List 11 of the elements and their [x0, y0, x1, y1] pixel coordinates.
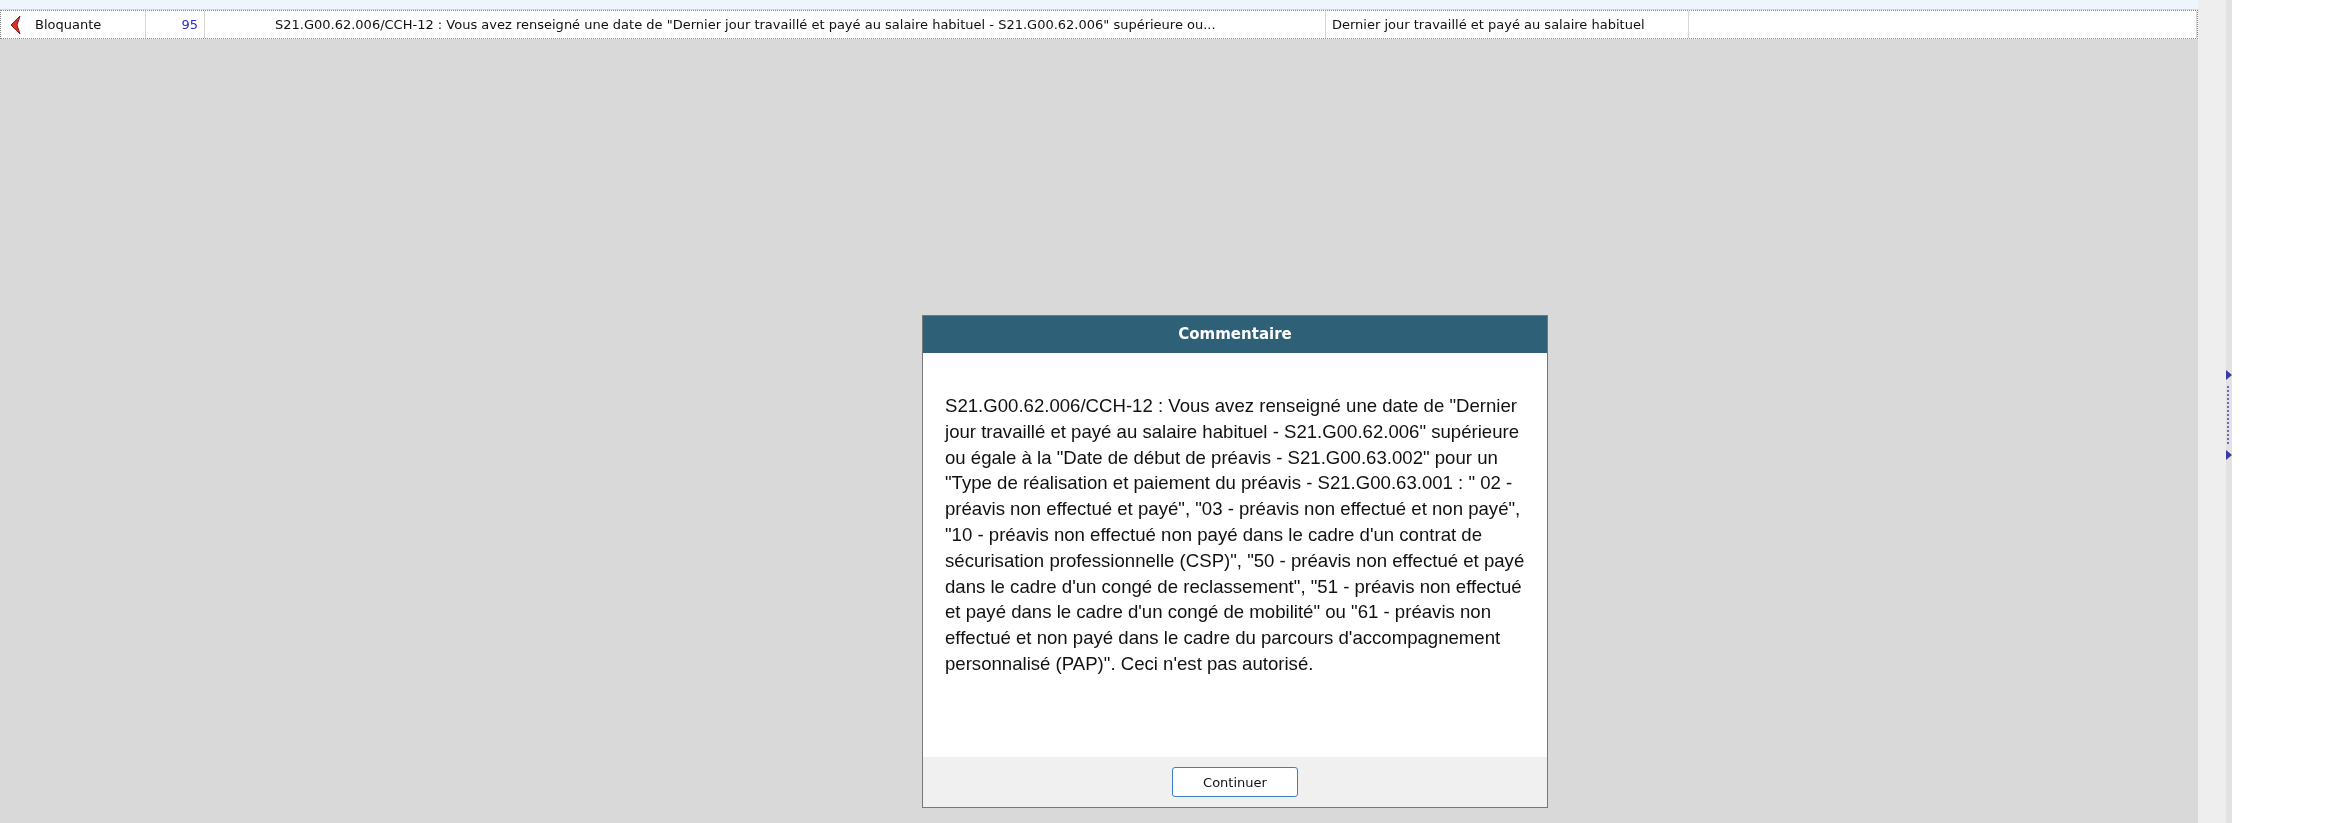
- table-cell: Dernier jour travaillé et payé au salaire habituel: [1326, 11, 1689, 38]
- dialog-title: Commentaire: [923, 316, 1547, 353]
- error-icon: [8, 14, 22, 35]
- continue-button[interactable]: Continuer: [1172, 767, 1298, 797]
- table-cell: 95: [146, 11, 205, 38]
- table-cell: Bloquante: [29, 11, 146, 38]
- dialog-message: S21.G00.62.006/CCH-12 : Vous avez renseigné une date de "Dernier jour travaillé et payé au salaire habituel - S21.G00.62.006" supérieure ou égale à la "Date de début de préavis - S21.G00.63.002" pour un "Type de réalisation et paiement du préavis - S21.G00.63.001 : " 02 - préavis non effectué et payé", "03 - préavis non effectué et non payé", "10 - préavis non effectué non payé dans le cadre d'un contrat de sécurisation professionnelle (CSP)", "50 - préavis non effectué et payé dans le cadre d'un congé de reclassement", "51 - préavis non effectué et payé dans le cadre d'un congé de mobilité" ou "61 - préavis non effectué et non payé dans le cadre du parcours d'accompagnement personnalisé (PAP)". Ceci n'est pas autorisé.: [945, 395, 1525, 674]
- expand-arrow-icon[interactable]: [2226, 370, 2232, 380]
- table-cell: S21.G00.62.006/CCH-12 : Vous avez renseigné une date de "Dernier jour travaillé et payé au salaire habituel - S21.G00.62.006" supérieure ou...: [205, 11, 1326, 38]
- table-row[interactable]: [0, 10, 2198, 39]
- expand-arrow-icon[interactable]: [2226, 450, 2232, 460]
